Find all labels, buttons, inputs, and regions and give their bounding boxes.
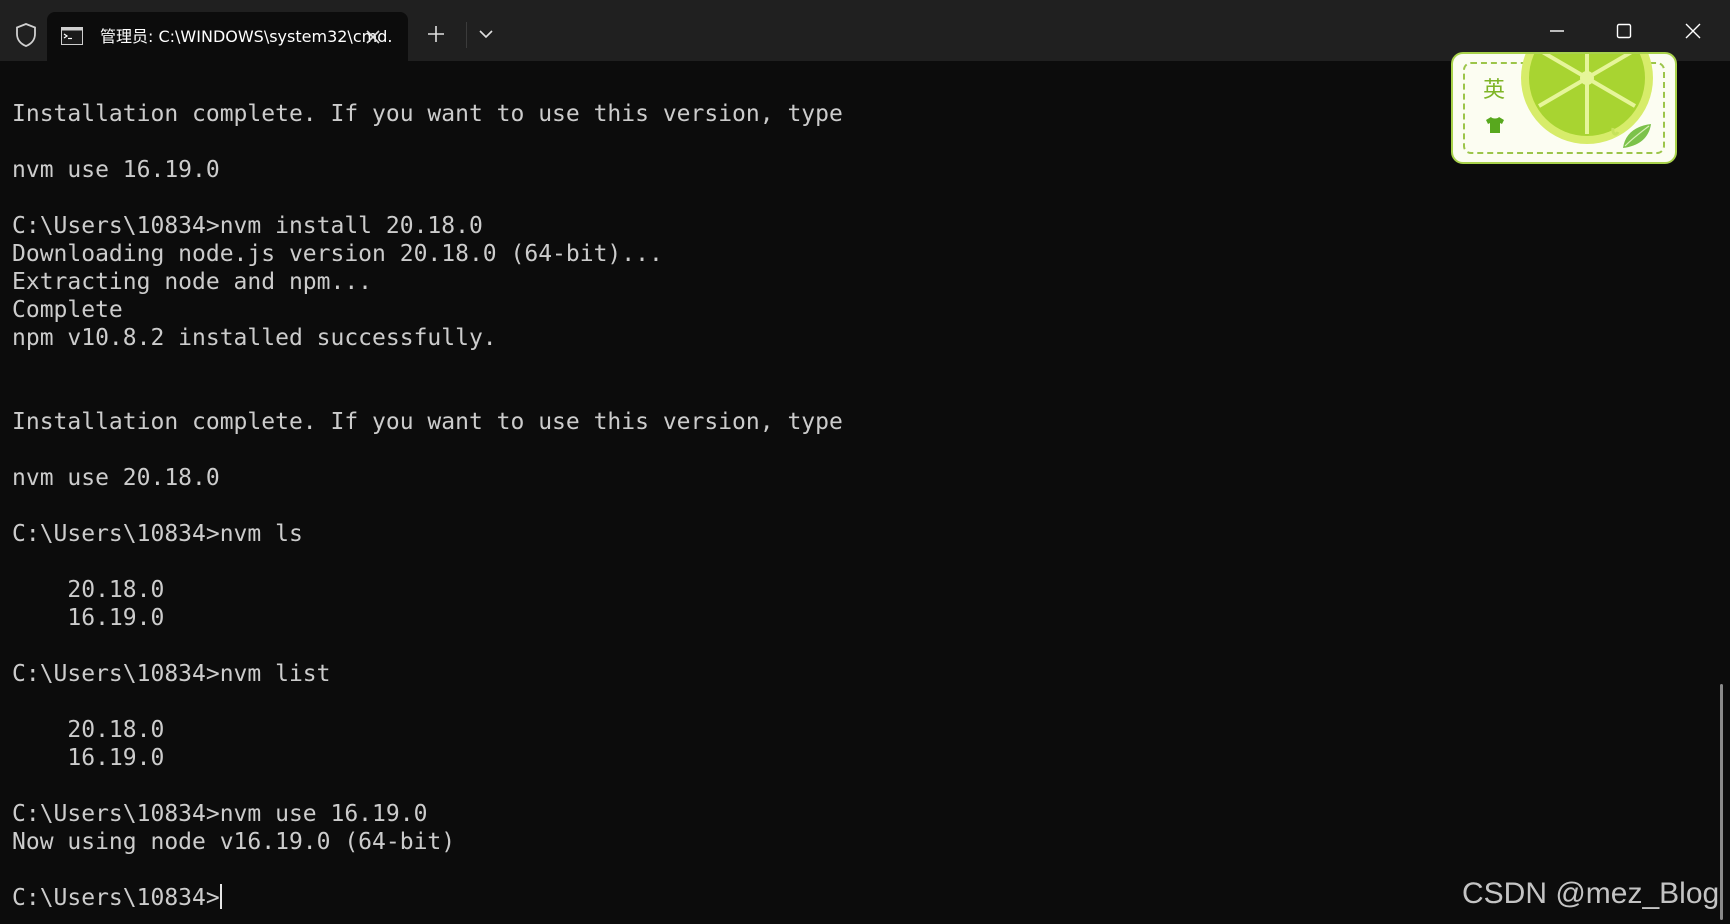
new-tab-icon[interactable]	[426, 24, 446, 44]
chevron-down-icon[interactable]	[478, 28, 494, 40]
tab-title: 管理员: C:\WINDOWS\system32\cmd.exe	[100, 27, 393, 46]
terminal-window: 管理员: C:\WINDOWS\system32\cmd.exe Install…	[0, 0, 1730, 924]
terminal-line: 16.19.0	[12, 745, 165, 771]
close-tab-icon[interactable]	[362, 26, 384, 48]
tab-cmd[interactable]: 管理员: C:\WINDOWS\system32\cmd.exe	[47, 12, 408, 61]
shield-icon	[16, 23, 36, 47]
maximize-icon[interactable]	[1614, 21, 1634, 41]
prompt-line[interactable]: C:\Users\10834>	[12, 884, 1672, 912]
terminal-line: Installation complete. If you want to us…	[12, 409, 843, 435]
terminal-line: C:\Users\10834>nvm list	[12, 661, 331, 687]
terminal-line: 20.18.0	[12, 577, 165, 603]
minimize-icon[interactable]	[1547, 21, 1567, 41]
terminal-line: Extracting node and npm...	[12, 269, 373, 295]
terminal-line: 16.19.0	[12, 605, 165, 631]
text-cursor	[219, 884, 222, 909]
terminal-line: C:\Users\10834>nvm ls	[12, 521, 303, 547]
terminal-line: Downloading node.js version 20.18.0 (64-…	[12, 241, 663, 267]
close-window-icon[interactable]	[1683, 21, 1703, 41]
shirt-icon	[1486, 117, 1504, 133]
cmd-icon	[61, 27, 83, 45]
terminal-line: C:\Users\10834>nvm use 16.19.0	[12, 801, 428, 827]
watermark: CSDN @mez_Blog	[1462, 877, 1720, 910]
scrollbar-thumb[interactable]	[1720, 684, 1723, 920]
terminal-line: Installation complete. If you want to us…	[12, 101, 843, 127]
command-prompt: C:\Users\10834>	[12, 885, 220, 911]
terminal-line: Complete	[12, 297, 123, 323]
terminal-line: nvm use 20.18.0	[12, 465, 220, 491]
terminal-output[interactable]: Installation complete. If you want to us…	[12, 100, 1672, 912]
tab-divider	[466, 22, 467, 48]
ime-status-widget[interactable]: 英	[1451, 52, 1677, 164]
leaf-icon	[1623, 124, 1651, 148]
terminal-line: Now using node v16.19.0 (64-bit)	[12, 829, 456, 855]
terminal-line: npm v10.8.2 installed successfully.	[12, 325, 497, 351]
terminal-line: 20.18.0	[12, 717, 165, 743]
terminal-line: C:\Users\10834>nvm install 20.18.0	[12, 213, 483, 239]
terminal-line: nvm use 16.19.0	[12, 157, 220, 183]
ime-mode-label: 英	[1483, 78, 1506, 103]
